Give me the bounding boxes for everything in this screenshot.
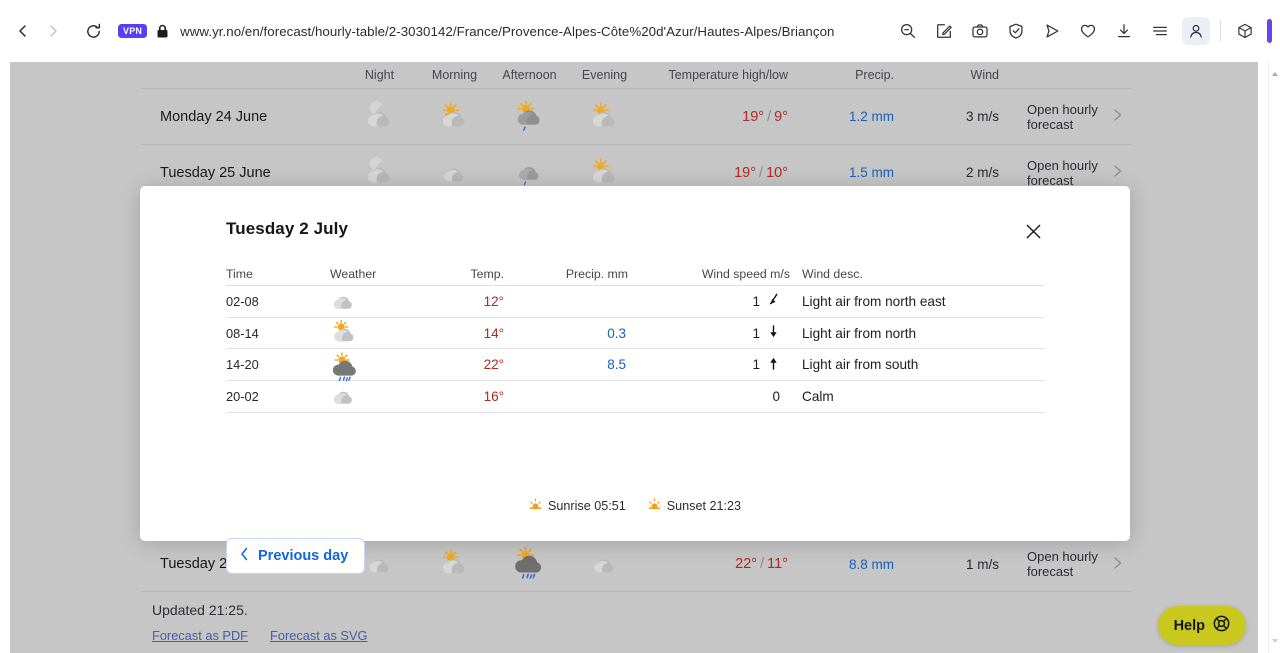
zoom-out-icon[interactable] xyxy=(894,17,922,45)
modal-row-wind-speed: 1 xyxy=(660,324,790,342)
sunrise-info: Sunrise 05:51 xyxy=(529,498,626,514)
modal-header-wind-desc: Wind desc. xyxy=(802,267,863,281)
modal-row-wind-desc: Light air from north xyxy=(802,325,917,341)
hourly-detail-modal: Tuesday 2 July Time Weather Temp. Precip… xyxy=(140,186,1130,574)
modal-row-wind-speed: 1 xyxy=(660,356,790,374)
chevron-left-icon xyxy=(19,25,26,37)
chevron-left-icon xyxy=(239,547,250,565)
modal-hourly-table: Time Weather Temp. Precip. mm Wind speed… xyxy=(226,262,1044,413)
modal-row-wind-desc: Light air from north east xyxy=(802,293,946,309)
wind-speed-value: 0 xyxy=(772,388,780,404)
toolbar-divider xyxy=(1220,21,1221,41)
modal-table-row: 14-20 22° 8.5 1 Light air from south xyxy=(226,349,1044,382)
sunset-text: Sunset 21:23 xyxy=(666,499,741,513)
page-scrollbar[interactable] xyxy=(1268,62,1280,653)
scrollbar-thumb[interactable] xyxy=(1271,76,1279,82)
profile-icon[interactable] xyxy=(1182,17,1210,45)
favorite-heart-icon[interactable] xyxy=(1074,17,1102,45)
lifebuoy-icon xyxy=(1213,615,1230,636)
help-button[interactable]: Help xyxy=(1157,606,1246,645)
wind-speed-value: 1 xyxy=(752,357,760,373)
modal-row-precip: 0.3 xyxy=(607,325,626,341)
modal-row-time: 08-14 xyxy=(226,325,259,341)
chevron-right-icon xyxy=(50,25,57,37)
lock-icon[interactable] xyxy=(156,24,169,39)
wind-speed-value: 1 xyxy=(752,325,760,341)
modal-row-wind-speed: 1 xyxy=(660,292,790,310)
sunrise-icon xyxy=(529,498,542,514)
modal-row-temp: 12° xyxy=(483,293,504,309)
browser-toolbar: VPN www.yr.no/en/forecast/hourly-table/2… xyxy=(0,0,1280,62)
arrow-down-icon xyxy=(767,324,780,342)
sunrise-text: Sunrise 05:51 xyxy=(548,499,626,513)
cloud-icon xyxy=(330,382,440,410)
modal-row-temp: 14° xyxy=(483,325,504,341)
modal-row-time: 20-02 xyxy=(226,388,259,404)
modal-row-time: 02-08 xyxy=(226,293,259,309)
send-icon[interactable] xyxy=(1038,17,1066,45)
sunrise-sunset-row: Sunrise 05:51 Sunset 21:23 xyxy=(226,498,1044,514)
modal-header-time: Time xyxy=(226,267,253,281)
vpn-badge[interactable]: VPN xyxy=(118,23,148,39)
modal-header-temp: Temp. xyxy=(470,267,505,281)
sunset-info: Sunset 21:23 xyxy=(648,498,741,514)
modal-row-temp: 22° xyxy=(483,357,504,373)
modal-header-weather: Weather xyxy=(330,267,377,281)
modal-table-row: 20-02 16° 0 Calm xyxy=(226,381,1044,413)
modal-row-wind-desc: Light air from south xyxy=(802,357,919,373)
wind-speed-value: 1 xyxy=(752,293,760,309)
sun-cloud-rain-icon xyxy=(330,344,440,386)
reload-button[interactable] xyxy=(78,16,108,46)
screenshot-icon[interactable] xyxy=(966,17,994,45)
modal-row-temp: 16° xyxy=(483,388,504,404)
modal-header-precip: Precip. mm xyxy=(565,267,628,281)
download-icon[interactable] xyxy=(1110,17,1138,45)
arrow-down-left-icon xyxy=(767,292,780,310)
previous-day-button[interactable]: Previous day xyxy=(226,538,366,574)
annotate-icon[interactable] xyxy=(930,17,958,45)
modal-header-wind-speed: Wind speed m/s xyxy=(701,267,790,281)
address-bar-url[interactable]: www.yr.no/en/forecast/hourly-table/2-303… xyxy=(180,24,834,39)
modal-table-row: 02-08 12° 1 Light air from north east xyxy=(226,286,1044,318)
arrow-up-icon xyxy=(767,356,780,374)
close-icon[interactable] xyxy=(1020,218,1046,244)
reload-icon xyxy=(86,23,100,38)
modal-table-header: Time Weather Temp. Precip. mm Wind speed… xyxy=(226,262,1044,286)
shield-icon[interactable] xyxy=(1002,17,1030,45)
modal-row-wind-desc: Calm xyxy=(802,388,834,404)
help-label: Help xyxy=(1173,617,1205,634)
modal-row-wind-speed: 0 xyxy=(660,389,790,404)
forward-button[interactable] xyxy=(38,16,68,46)
page-viewport: Night Morning Afternoon Evening Temperat… xyxy=(10,62,1258,653)
cloud-icon xyxy=(330,287,440,315)
back-button[interactable] xyxy=(8,16,38,46)
extension-cube-icon[interactable] xyxy=(1231,17,1259,45)
previous-day-label: Previous day xyxy=(258,548,349,564)
modal-title: Tuesday 2 July xyxy=(226,219,349,238)
toolbar-accent-bar xyxy=(1267,19,1272,43)
page-content: Night Morning Afternoon Evening Temperat… xyxy=(10,62,1258,653)
reader-settings-icon[interactable] xyxy=(1146,17,1174,45)
navigation-buttons xyxy=(0,16,108,46)
sunset-icon xyxy=(648,498,661,514)
modal-row-precip: 8.5 xyxy=(607,357,626,373)
browser-toolbar-actions xyxy=(890,0,1280,62)
scrollbar-down-arrow[interactable] xyxy=(1271,632,1279,650)
modal-row-time: 14-20 xyxy=(226,357,259,373)
